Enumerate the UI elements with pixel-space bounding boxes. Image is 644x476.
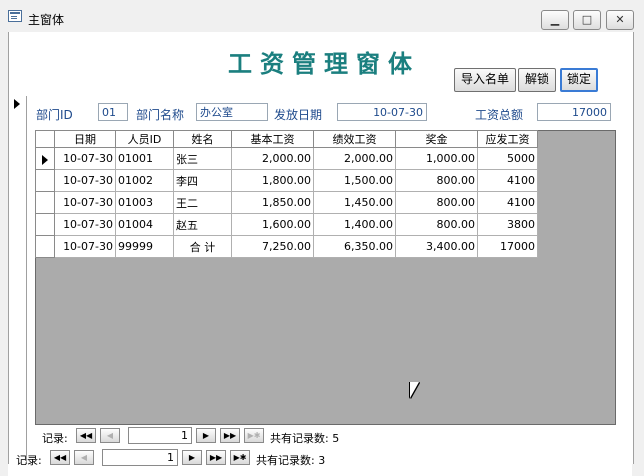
cell-date[interactable]: 10-07-30 (54, 235, 116, 258)
column-header-base-salary[interactable]: 基本工资 (231, 130, 314, 148)
main-record-label: 记录: (16, 454, 42, 467)
maximize-button[interactable]: □ (573, 10, 601, 30)
cell-name[interactable]: 合 计 (173, 235, 232, 258)
current-row-arrow-icon (42, 155, 48, 165)
cell-date[interactable]: 10-07-30 (54, 213, 116, 236)
unlock-button[interactable]: 解锁 (518, 68, 556, 92)
current-record-arrow-icon (14, 99, 20, 109)
select-all-cell[interactable] (35, 130, 55, 148)
main-record-count: 共有记录数: 3 (256, 454, 326, 467)
mouse-pointer-icon (410, 382, 419, 398)
subform-record-label: 记录: (42, 432, 68, 445)
cell-person-id[interactable]: 01004 (115, 213, 174, 236)
window-titlebar[interactable]: 主窗体 ▁ □ ✕ (0, 0, 644, 32)
column-header-bonus[interactable]: 奖金 (395, 130, 478, 148)
salary-total-label: 工资总额 (475, 108, 524, 122)
table-row[interactable]: 10-07-30 99999 合 计 7,250.00 6,350.00 3,4… (35, 235, 538, 258)
column-header-name[interactable]: 姓名 (173, 130, 232, 148)
cell-person-id[interactable]: 01003 (115, 191, 174, 214)
subform-last-record-icon[interactable]: ▶▶ (220, 428, 240, 443)
dept-name-field[interactable]: 办公室 (196, 103, 268, 121)
main-last-record-icon[interactable]: ▶▶ (206, 450, 226, 465)
column-header-person-id[interactable]: 人员ID (115, 130, 174, 148)
row-selector[interactable] (35, 235, 55, 258)
subform-first-record-icon[interactable]: ◀◀ (76, 428, 96, 443)
form-title: 工资管理窗体 (228, 49, 420, 78)
cell-base-salary[interactable]: 1,600.00 (231, 213, 314, 236)
cell-performance-pay[interactable]: 1,400.00 (313, 213, 396, 236)
column-header-gross-pay[interactable]: 应发工资 (477, 130, 538, 148)
cell-gross-pay[interactable]: 4100 (477, 169, 538, 192)
cell-base-salary[interactable]: 1,800.00 (231, 169, 314, 192)
cell-gross-pay[interactable]: 3800 (477, 213, 538, 236)
table-row[interactable]: 10-07-30 01004 赵五 1,600.00 1,400.00 800.… (35, 213, 538, 236)
main-new-record-icon[interactable]: ▶✱ (230, 450, 250, 465)
pay-date-field[interactable]: 10-07-30 (337, 103, 427, 121)
cell-name[interactable]: 张三 (173, 147, 232, 170)
dept-name-label: 部门名称 (136, 108, 185, 122)
row-selector[interactable] (35, 213, 55, 236)
import-list-button[interactable]: 导入名单 (454, 68, 516, 92)
column-header-date[interactable]: 日期 (54, 130, 116, 148)
pay-date-label: 发放日期 (274, 108, 323, 122)
main-record-selector[interactable] (9, 96, 27, 464)
table-row[interactable]: 10-07-30 01003 王二 1,850.00 1,450.00 800.… (35, 191, 538, 214)
cell-gross-pay[interactable]: 5000 (477, 147, 538, 170)
dept-id-label: 部门ID (36, 108, 73, 122)
table-row[interactable]: 10-07-30 01001 张三 2,000.00 2,000.00 1,00… (35, 147, 538, 170)
cell-base-salary[interactable]: 2,000.00 (231, 147, 314, 170)
form-window-icon (8, 10, 22, 22)
cell-performance-pay[interactable]: 1,500.00 (313, 169, 396, 192)
subform-record-count: 共有记录数: 5 (270, 432, 340, 445)
cell-bonus[interactable]: 1,000.00 (395, 147, 478, 170)
cell-name[interactable]: 李四 (173, 169, 232, 192)
subform-new-record-icon[interactable]: ▶✱ (244, 428, 264, 443)
cell-bonus[interactable]: 3,400.00 (395, 235, 478, 258)
main-record-navigator: 记录: ◀◀ ◀ 1 ▶ ▶▶ ▶✱ 共有记录数: 3 (14, 449, 334, 467)
dept-id-field[interactable]: 01 (98, 103, 128, 121)
cell-person-id[interactable]: 99999 (115, 235, 174, 258)
cell-date[interactable]: 10-07-30 (54, 147, 116, 170)
cell-date[interactable]: 10-07-30 (54, 169, 116, 192)
main-record-position-input[interactable]: 1 (102, 449, 178, 466)
row-selector[interactable] (35, 147, 55, 170)
cell-person-id[interactable]: 01001 (115, 147, 174, 170)
row-selector[interactable] (35, 169, 55, 192)
cell-person-id[interactable]: 01002 (115, 169, 174, 192)
cell-gross-pay[interactable]: 17000 (477, 235, 538, 258)
window-left-frame (0, 32, 8, 476)
cell-name[interactable]: 赵五 (173, 213, 232, 236)
cell-base-salary[interactable]: 7,250.00 (231, 235, 314, 258)
subform-record-position-input[interactable]: 1 (128, 427, 192, 444)
cell-name[interactable]: 王二 (173, 191, 232, 214)
main-next-record-icon[interactable]: ▶ (182, 450, 202, 465)
salary-datasheet: 日期 人员ID 姓名 基本工资 绩效工资 奖金 应发工资 10-07-30 01… (35, 130, 538, 258)
cell-date[interactable]: 10-07-30 (54, 191, 116, 214)
cell-bonus[interactable]: 800.00 (395, 169, 478, 192)
table-row[interactable]: 10-07-30 01002 李四 1,800.00 1,500.00 800.… (35, 169, 538, 192)
minimize-button[interactable]: ▁ (541, 10, 569, 30)
datasheet-header-row: 日期 人员ID 姓名 基本工资 绩效工资 奖金 应发工资 (35, 130, 538, 148)
subform-prev-record-icon[interactable]: ◀ (100, 428, 120, 443)
cell-bonus[interactable]: 800.00 (395, 213, 478, 236)
cell-gross-pay[interactable]: 4100 (477, 191, 538, 214)
main-prev-record-icon[interactable]: ◀ (74, 450, 94, 465)
column-header-performance-pay[interactable]: 绩效工资 (313, 130, 396, 148)
cell-bonus[interactable]: 800.00 (395, 191, 478, 214)
window-title: 主窗体 (28, 13, 65, 27)
lock-button[interactable]: 锁定 (560, 68, 598, 92)
cell-performance-pay[interactable]: 1,450.00 (313, 191, 396, 214)
cell-performance-pay[interactable]: 6,350.00 (313, 235, 396, 258)
subform-next-record-icon[interactable]: ▶ (196, 428, 216, 443)
cell-base-salary[interactable]: 1,850.00 (231, 191, 314, 214)
subform-record-navigator: 记录: ◀◀ ◀ 1 ▶ ▶▶ ▶✱ 共有记录数: 5 (40, 427, 360, 445)
salary-total-field[interactable]: 17000 (537, 103, 611, 121)
main-first-record-icon[interactable]: ◀◀ (50, 450, 70, 465)
row-selector[interactable] (35, 191, 55, 214)
close-button[interactable]: ✕ (606, 10, 634, 30)
cell-performance-pay[interactable]: 2,000.00 (313, 147, 396, 170)
